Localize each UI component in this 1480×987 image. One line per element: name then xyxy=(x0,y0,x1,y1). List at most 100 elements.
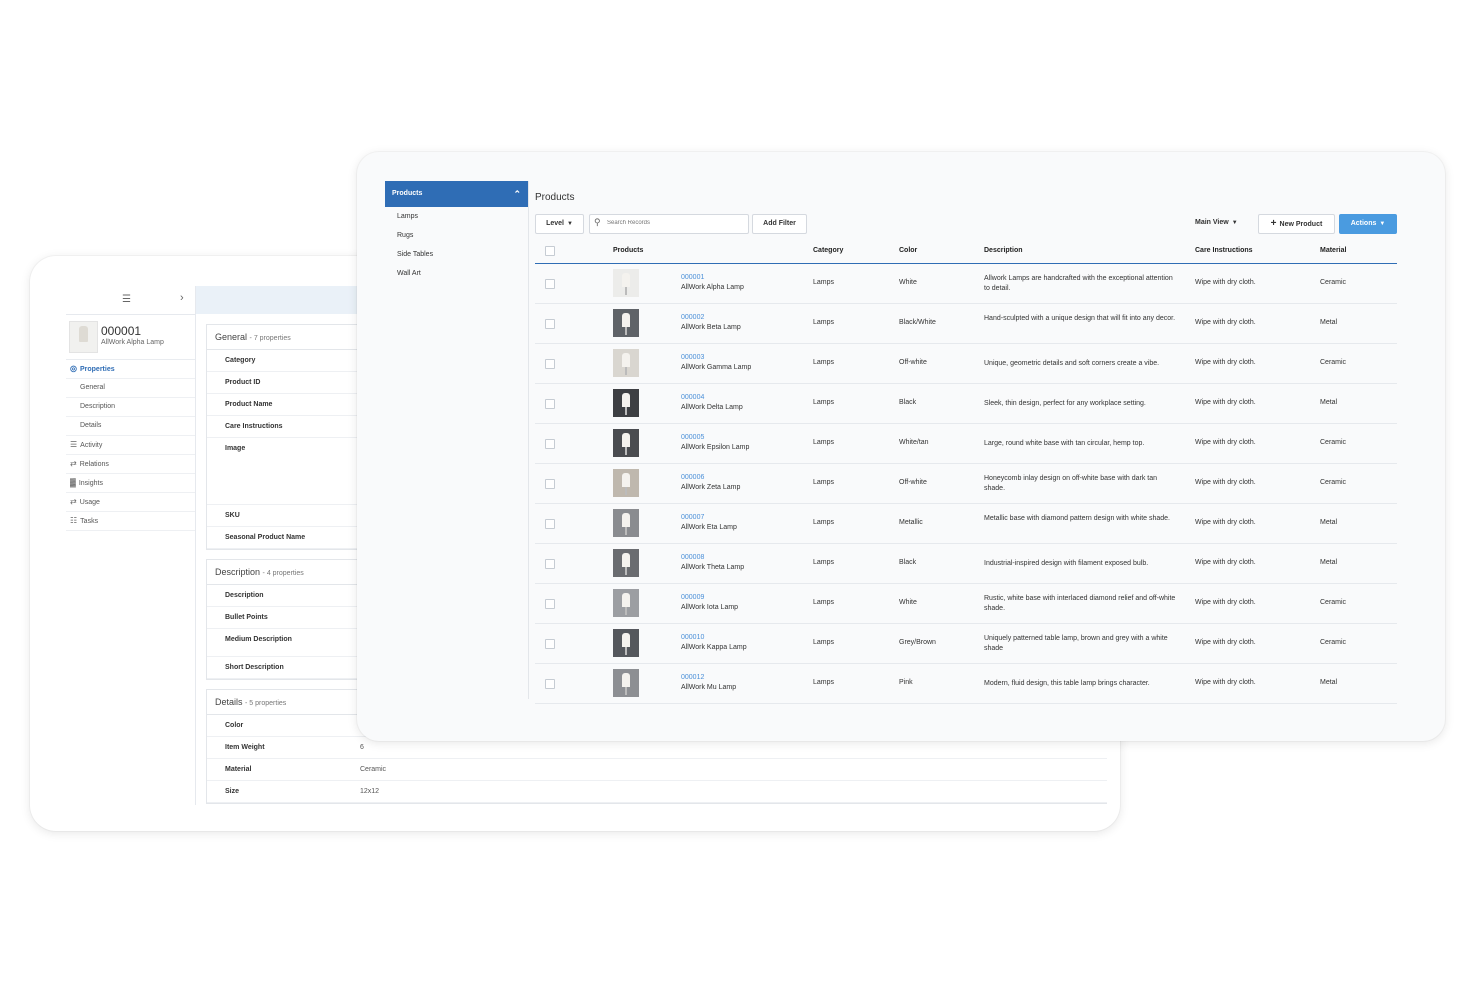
category-item-lamps[interactable]: Lamps xyxy=(385,207,528,226)
table-row[interactable]: 000004 AllWork Delta Lamp Lamps Black Sleek,… xyxy=(535,384,1397,424)
column-header-products[interactable]: Products xyxy=(613,239,643,263)
column-header-material[interactable]: Material xyxy=(1320,239,1346,263)
category-item-rugs[interactable]: Rugs xyxy=(385,226,528,245)
row-checkbox[interactable] xyxy=(545,679,555,689)
chevron-up-icon[interactable]: ⌃ xyxy=(513,181,521,207)
table-row[interactable]: 000005 AllWork Epsilon Lamp Lamps White/tan… xyxy=(535,424,1397,464)
property-label: Category xyxy=(225,357,256,364)
table-row[interactable]: 000007 AllWork Eta Lamp Lamps Metallic Metal… xyxy=(535,504,1397,544)
lamp-shade-icon xyxy=(622,633,630,647)
property-label: Short Description xyxy=(225,664,284,671)
property-label: Product ID xyxy=(225,379,261,386)
product-id-link[interactable]: 000004 xyxy=(681,394,704,401)
table-row[interactable]: 000012 AllWork Mu Lamp Lamps Pink Modern, fl… xyxy=(535,664,1397,704)
table-row[interactable]: 000009 AllWork Iota Lamp Lamps White Rustic,… xyxy=(535,584,1397,624)
product-id-link[interactable]: 000003 xyxy=(681,354,704,361)
property-value: Ceramic xyxy=(360,766,387,773)
table-row[interactable]: 000006 AllWork Zeta Lamp Lamps Off-white Hon… xyxy=(535,464,1397,504)
product-id-link[interactable]: 000002 xyxy=(681,314,704,321)
table-row[interactable]: 000008 AllWork Theta Lamp Lamps Black Indust… xyxy=(535,544,1397,584)
record-sidebar-toolbar: ☰ › xyxy=(66,286,195,315)
property-row[interactable]: Material Ceramic xyxy=(207,759,1107,781)
properties-icon: ◎ xyxy=(70,364,77,373)
category-item-wall-art[interactable]: Wall Art xyxy=(385,264,528,283)
product-color: Off-white xyxy=(899,479,927,486)
record-nav-item-activity[interactable]: ☰ Activity xyxy=(66,436,195,455)
level-dropdown[interactable]: Level ▼ xyxy=(535,214,584,234)
column-header-color[interactable]: Color xyxy=(899,239,917,263)
product-category: Lamps xyxy=(813,479,835,486)
select-all-checkbox[interactable] xyxy=(545,246,555,256)
record-nav-item-properties[interactable]: ◎ Properties xyxy=(66,360,195,379)
product-color: Off-white xyxy=(899,359,927,366)
row-checkbox[interactable] xyxy=(545,439,555,449)
property-row[interactable]: Size 12x12 xyxy=(207,781,1107,803)
product-description: Industrial-inspired design with filament… xyxy=(984,560,1149,567)
table-row[interactable]: 000001 AllWork Alpha Lamp Lamps White Allwor… xyxy=(535,264,1397,304)
product-id-link[interactable]: 000010 xyxy=(681,634,704,641)
row-checkbox[interactable] xyxy=(545,479,555,489)
column-header-description[interactable]: Description xyxy=(984,239,1023,263)
product-name: AllWork Theta Lamp xyxy=(681,564,745,571)
description-section-count: - 4 properties xyxy=(262,570,304,577)
product-id-link[interactable]: 000007 xyxy=(681,514,704,521)
property-label: Care Instructions xyxy=(225,423,283,430)
product-thumbnail xyxy=(613,509,639,537)
record-nav-item-relations[interactable]: ⇄ Relations xyxy=(66,455,195,474)
product-color: Pink xyxy=(899,679,913,686)
new-product-button[interactable]: + New Product xyxy=(1258,214,1335,234)
record-nav-item-tasks[interactable]: ☷ Tasks xyxy=(66,512,195,531)
product-thumbnail xyxy=(613,629,639,657)
row-checkbox[interactable] xyxy=(545,319,555,329)
column-header-category[interactable]: Category xyxy=(813,239,843,263)
lamp-shade-icon xyxy=(622,353,630,367)
add-filter-button[interactable]: Add Filter xyxy=(752,214,807,234)
lamp-shade-icon xyxy=(622,273,630,287)
actions-button[interactable]: Actions ▼ xyxy=(1339,214,1397,234)
record-nav-item-usage[interactable]: ⇄ Usage xyxy=(66,493,195,512)
product-material: Ceramic xyxy=(1320,439,1347,446)
caret-down-icon: ▼ xyxy=(1231,220,1238,226)
product-id-link[interactable]: 000009 xyxy=(681,594,704,601)
row-checkbox[interactable] xyxy=(545,639,555,649)
product-id-link[interactable]: 000012 xyxy=(681,674,704,681)
table-row[interactable]: 000003 AllWork Gamma Lamp Lamps Off-white Un… xyxy=(535,344,1397,384)
product-id-link[interactable]: 000006 xyxy=(681,474,704,481)
list-icon[interactable]: ☰ xyxy=(122,294,131,305)
products-table: Products Category Color Description Care… xyxy=(535,239,1397,704)
row-checkbox[interactable] xyxy=(545,399,555,409)
product-category: Lamps xyxy=(813,279,835,286)
category-header[interactable]: Products ⌃ xyxy=(385,181,528,207)
search-icon: ⚲ xyxy=(594,217,601,227)
column-header-care-instructions[interactable]: Care Instructions xyxy=(1195,239,1253,263)
product-care-instructions: Wipe with dry cloth. xyxy=(1195,559,1256,566)
product-id-link[interactable]: 000005 xyxy=(681,434,704,441)
row-checkbox[interactable] xyxy=(545,279,555,289)
row-checkbox[interactable] xyxy=(545,359,555,369)
product-description: Hand-sculpted with a unique design that … xyxy=(984,315,1176,322)
product-material: Ceramic xyxy=(1320,359,1347,366)
search-input[interactable] xyxy=(607,217,742,229)
product-id-link[interactable]: 000008 xyxy=(681,554,704,561)
record-nav-item-description[interactable]: Description xyxy=(66,398,195,417)
record-nav-label: Tasks xyxy=(80,518,99,525)
chevron-right-icon[interactable]: › xyxy=(180,292,184,304)
row-checkbox[interactable] xyxy=(545,519,555,529)
row-checkbox[interactable] xyxy=(545,559,555,569)
product-name: AllWork Zeta Lamp xyxy=(681,484,741,491)
main-view-dropdown[interactable]: Main View ▼ xyxy=(1195,214,1238,232)
general-section-count: - 7 properties xyxy=(249,335,291,342)
tasks-icon: ☷ xyxy=(70,516,78,525)
lamp-shade-icon xyxy=(622,593,630,607)
record-nav-item-general[interactable]: General xyxy=(66,379,195,398)
row-checkbox[interactable] xyxy=(545,599,555,609)
category-item-side-tables[interactable]: Side Tables xyxy=(385,245,528,264)
search-box[interactable]: ⚲ xyxy=(589,214,749,234)
lamp-shade-icon xyxy=(622,433,630,447)
table-row[interactable]: 000002 AllWork Beta Lamp Lamps Black/White H… xyxy=(535,304,1397,344)
record-nav-item-details[interactable]: Details xyxy=(66,417,195,436)
lamp-shade-icon xyxy=(622,393,630,407)
table-row[interactable]: 000010 AllWork Kappa Lamp Lamps Grey/Brown U… xyxy=(535,624,1397,664)
product-id-link[interactable]: 000001 xyxy=(681,274,704,281)
record-nav-item-insights[interactable]: ▓ Insights xyxy=(66,474,195,493)
